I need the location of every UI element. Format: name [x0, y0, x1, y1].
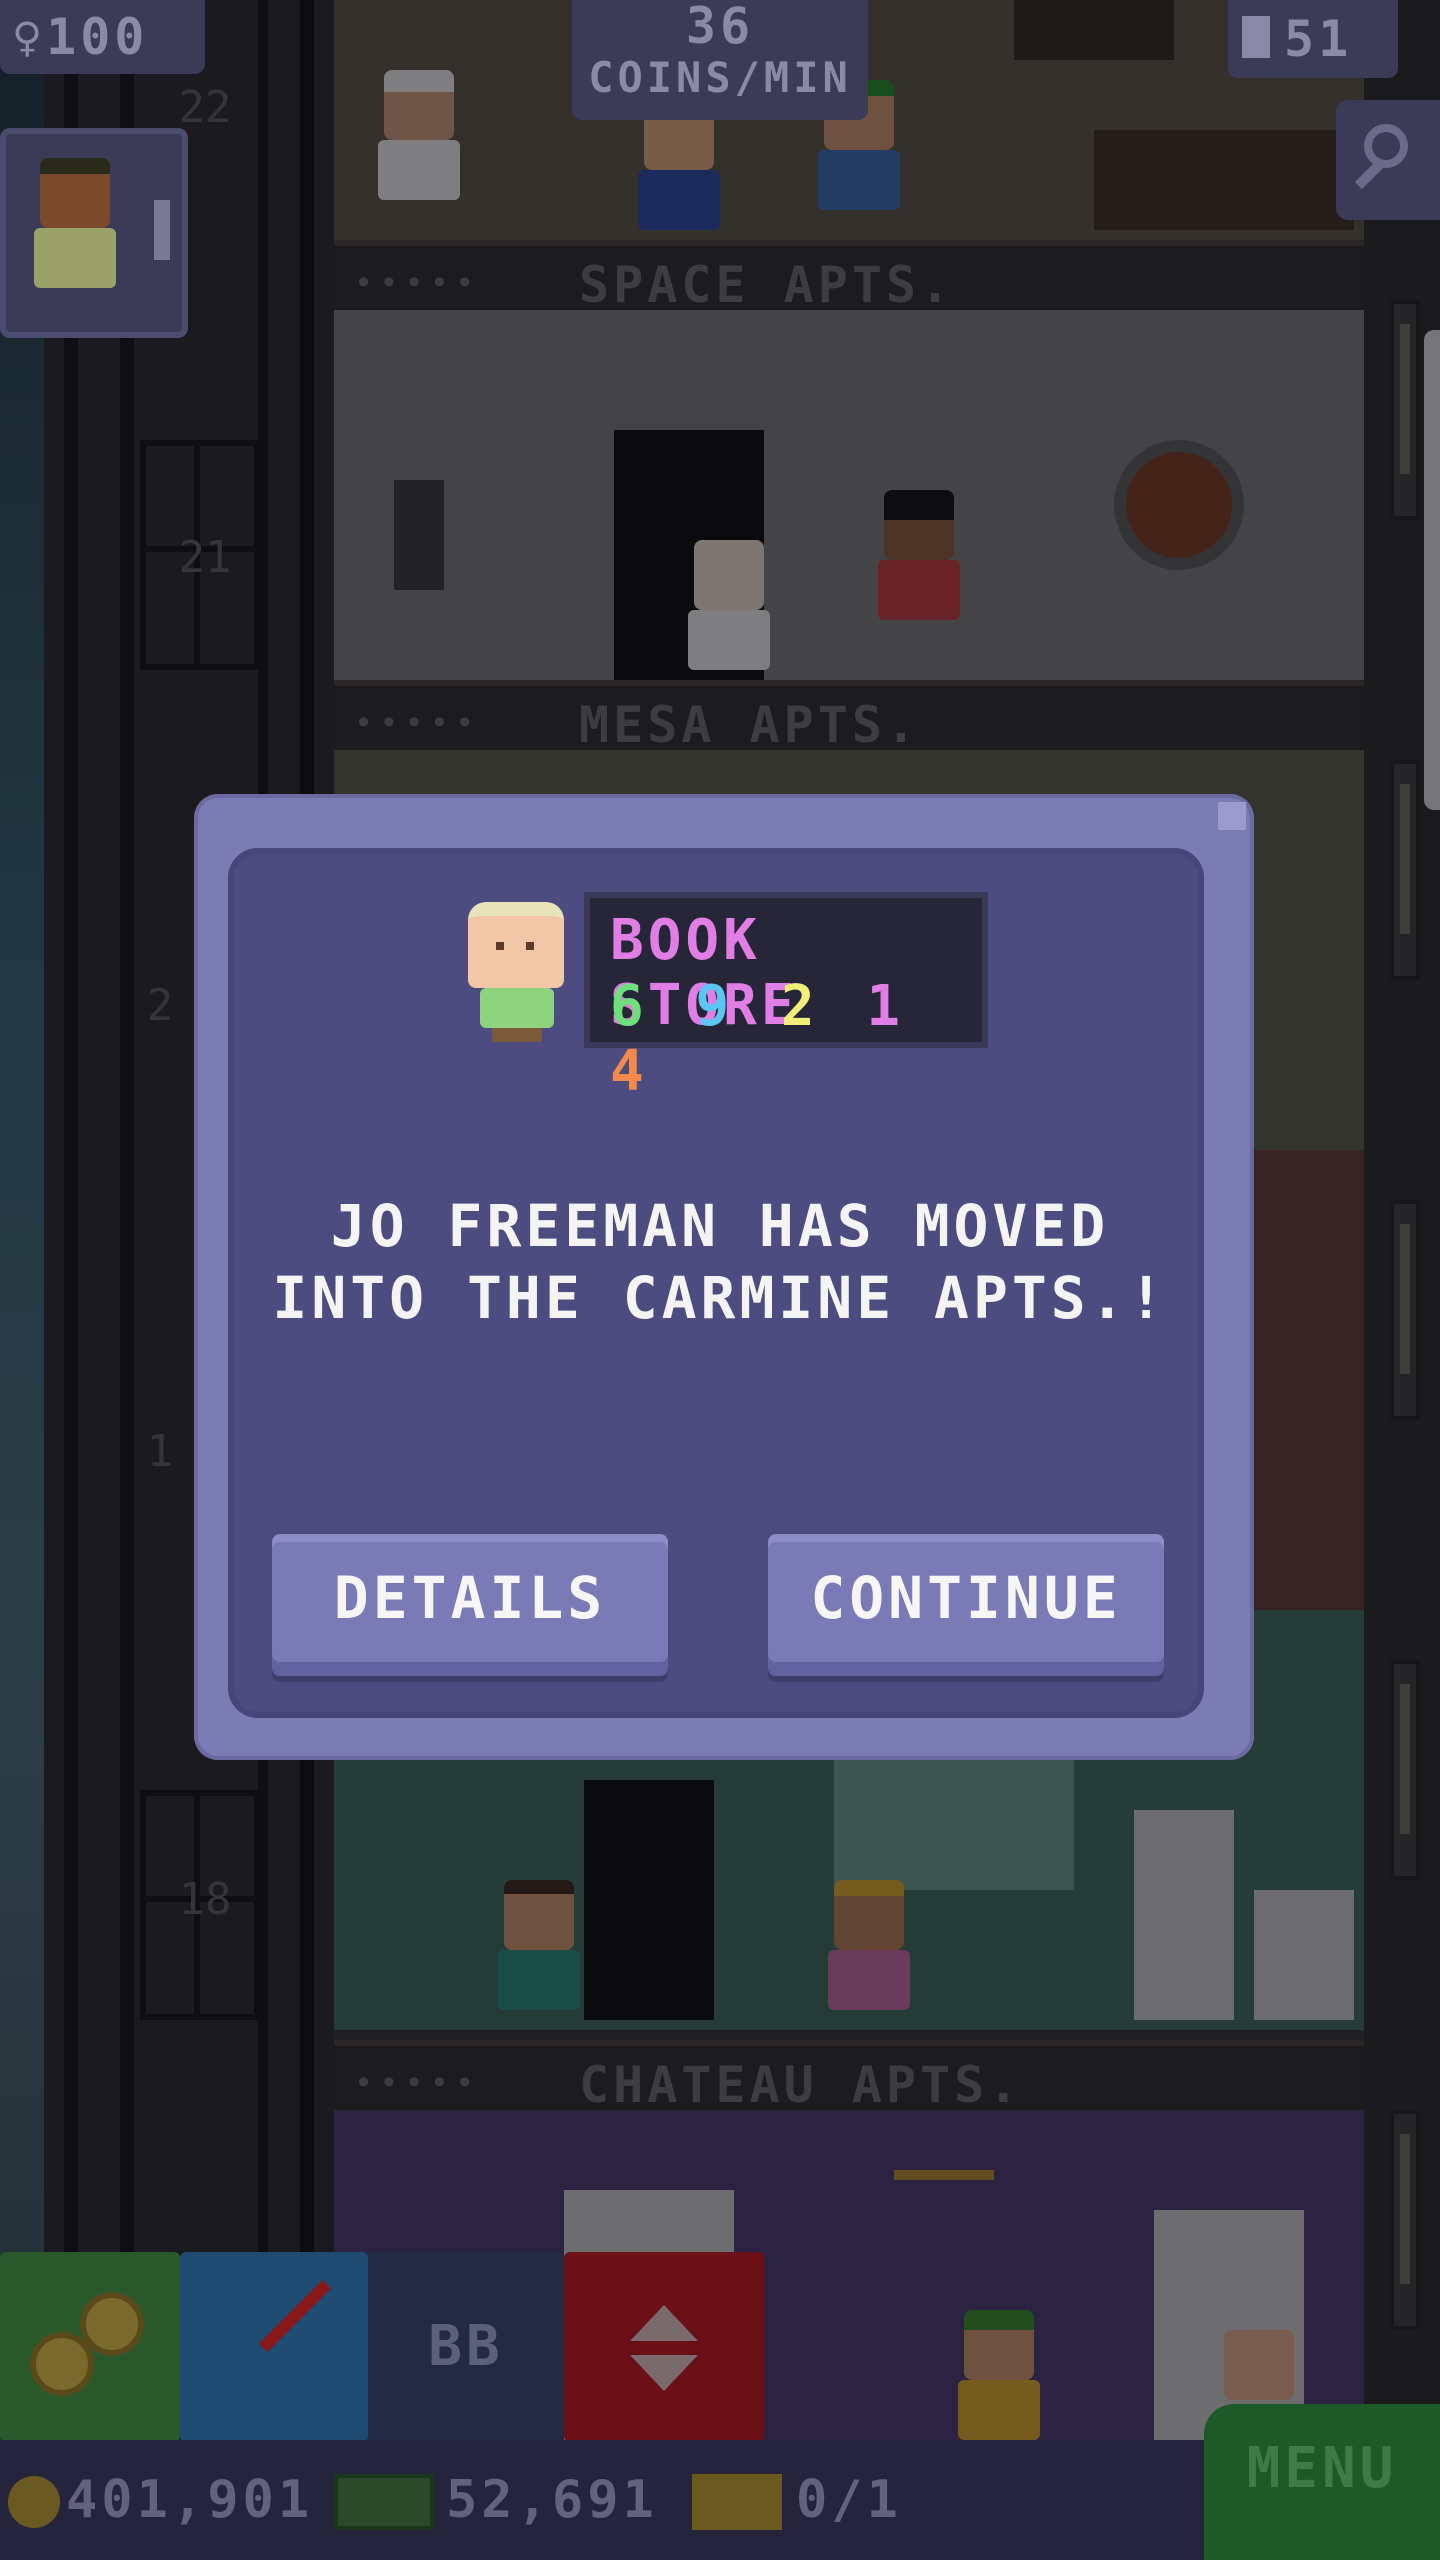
- details-button[interactable]: DETAILS: [272, 1534, 668, 1676]
- tower-bux-icon: [334, 2474, 434, 2530]
- coins-count[interactable]: 401,901: [66, 2470, 313, 2530]
- elevator-button[interactable]: [564, 2252, 764, 2442]
- skill-levels: 6 9 2 1 4: [610, 974, 982, 1104]
- tenant-feet: [492, 1028, 542, 1042]
- skill-level: 6: [610, 974, 648, 1039]
- dialog-corner: [1218, 802, 1246, 830]
- tenant-eye: [526, 942, 534, 950]
- tickets-count[interactable]: 0/1: [796, 2470, 902, 2530]
- tenant-avatar: [468, 902, 568, 1042]
- visitor-card[interactable]: [0, 128, 188, 338]
- coin-icon: [8, 2476, 60, 2528]
- bux-count[interactable]: 52,691: [446, 2470, 658, 2530]
- skill-level: 2: [780, 974, 819, 1039]
- floor-count[interactable]: 51: [1228, 0, 1398, 78]
- coins-per-minute-unit: COINS/MIN: [588, 53, 852, 102]
- skill-level: 1: [866, 974, 905, 1039]
- job-panel: BOOK STORE 6 9 2 1 4: [584, 892, 988, 1104]
- menu-button[interactable]: MENU: [1204, 2404, 1440, 2560]
- tenant-shirt: [480, 988, 554, 1028]
- tenant-eye: [496, 942, 504, 950]
- coin-icon: [80, 2292, 144, 2356]
- magnifier-handle: [1354, 160, 1384, 190]
- skill-level: 4: [610, 1039, 648, 1104]
- skill-level: 9: [695, 974, 734, 1039]
- visitor-avatar: [30, 158, 120, 308]
- tenant-head: [468, 902, 564, 988]
- build-floor-button[interactable]: [180, 2252, 368, 2442]
- continue-button[interactable]: CONTINUE: [768, 1534, 1164, 1676]
- elevator-down-icon: [630, 2355, 698, 2391]
- ticket-icon: [692, 2474, 782, 2530]
- coins-per-minute[interactable]: 36 COINS/MIN: [572, 0, 868, 120]
- move-in-message: JO FREEMAN HAS MOVED INTO THE CARMINE AP…: [272, 1192, 1168, 1332]
- collect-coins-button[interactable]: [0, 2252, 180, 2442]
- search-button[interactable]: [1336, 100, 1440, 220]
- alert-icon: [154, 200, 170, 260]
- bitbook-button[interactable]: BB: [368, 2252, 564, 2442]
- magnifier-icon: [1364, 124, 1408, 168]
- building-icon: [1242, 16, 1270, 58]
- coins-per-minute-value: 36: [685, 0, 755, 55]
- floor-count-value: 51: [1284, 10, 1353, 68]
- population-counter[interactable]: ♀100: [0, 0, 205, 74]
- elevator-up-icon: [630, 2305, 698, 2341]
